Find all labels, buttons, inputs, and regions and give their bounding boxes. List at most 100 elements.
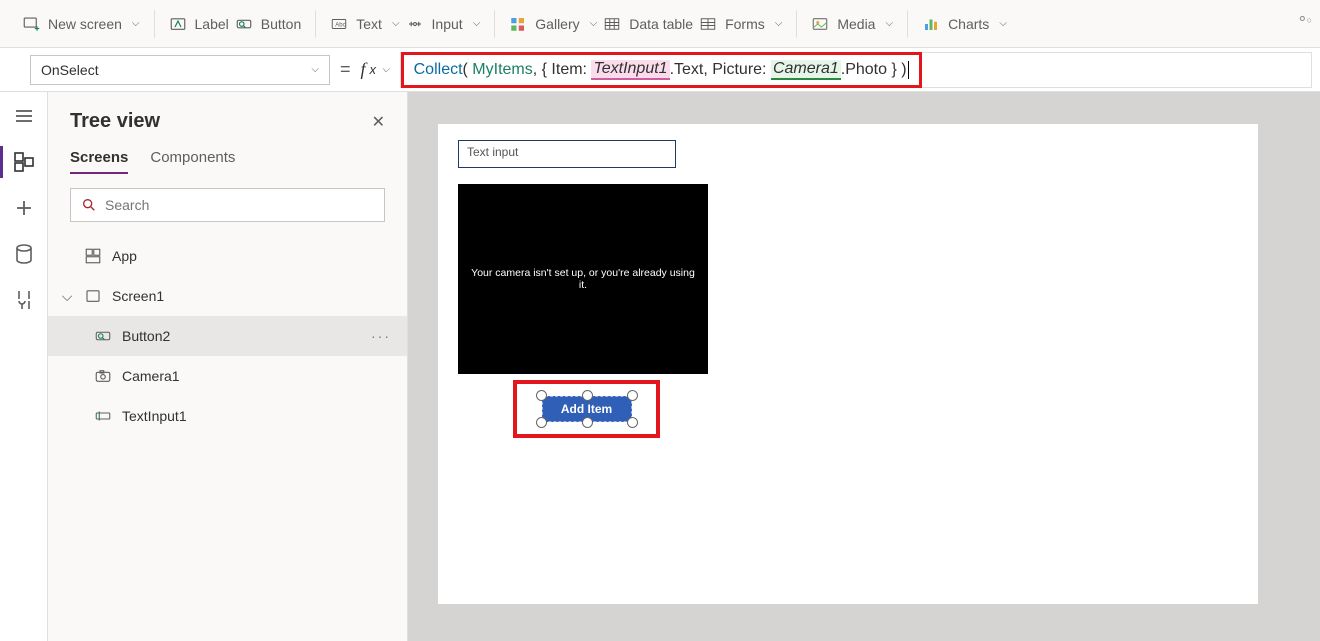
tree-node-label: Screen1: [112, 288, 407, 304]
new-screen-label: New screen: [48, 16, 122, 32]
app-icon: [84, 247, 102, 265]
tree-node-label: Camera1: [122, 368, 407, 384]
gallery-icon: [509, 15, 527, 33]
new-screen-button[interactable]: New screen ⌵: [22, 15, 140, 33]
formula-token-ref-camera: Camera1: [771, 60, 841, 80]
tab-components[interactable]: Components: [150, 143, 235, 174]
rail-hamburger-button[interactable]: [12, 104, 36, 128]
input-icon: [406, 15, 424, 33]
insert-label-button[interactable]: Label: [169, 15, 229, 33]
insert-gallery-button[interactable]: Gallery ⌵: [509, 15, 597, 33]
fx-button[interactable]: fx⌵: [361, 59, 390, 80]
rail-insert-button[interactable]: [12, 196, 36, 220]
ribbon-overflow-icon[interactable]: °○: [1299, 13, 1312, 34]
tree-list: App ⌵ Screen1 Button2 ··· Camera1 TextIn…: [48, 236, 407, 641]
rail-tools-button[interactable]: [12, 288, 36, 312]
canvas-camera-control[interactable]: Your camera isn't set up, or you're alre…: [458, 184, 708, 374]
gallery-label: Gallery: [535, 16, 579, 32]
input-label: Input: [432, 16, 463, 32]
close-panel-button[interactable]: ✕: [372, 112, 385, 132]
chevron-down-icon: ⌵: [999, 18, 1007, 29]
charts-label: Charts: [948, 16, 989, 32]
chevron-down-icon[interactable]: ⌵: [60, 288, 74, 305]
tree-node-label: Button2: [122, 328, 361, 344]
tab-screens[interactable]: Screens: [70, 143, 128, 174]
chevron-down-icon: ⌵: [132, 18, 140, 29]
tree-node-app[interactable]: App: [48, 236, 407, 276]
datatable-icon: [603, 15, 621, 33]
textinput-icon: [94, 407, 112, 425]
tree-view-panel: Tree view ✕ Screens Components App ⌵: [48, 92, 408, 641]
media-label: Media: [837, 16, 875, 32]
resize-handle[interactable]: [582, 390, 593, 401]
text-cursor: [908, 61, 909, 79]
property-name: OnSelect: [41, 62, 99, 78]
canvas-button-label: Add Item: [561, 402, 612, 416]
resize-handle[interactable]: [536, 390, 547, 401]
rail-treeview-button[interactable]: [12, 150, 36, 174]
insert-charts-button[interactable]: Charts ⌵: [922, 15, 1007, 33]
media-icon: [811, 15, 829, 33]
camera-icon: [94, 367, 112, 385]
svg-text:Abc: Abc: [336, 22, 346, 28]
formula-token-function: Collect: [414, 61, 463, 79]
formula-token-ref-textinput: TextInput1: [591, 60, 669, 80]
text-icon: Abc: [330, 15, 348, 33]
button-text: Button: [261, 16, 301, 32]
button-icon: [94, 327, 112, 345]
insert-button-button[interactable]: Button: [235, 15, 301, 33]
left-rail: [0, 92, 48, 641]
resize-handle[interactable]: [536, 417, 547, 428]
camera-message: Your camera isn't set up, or you're alre…: [468, 267, 698, 291]
canvas-button-control[interactable]: Add Item: [542, 396, 632, 422]
datatable-label: Data table: [629, 16, 693, 32]
tree-node-label: App: [112, 248, 407, 264]
resize-handle[interactable]: [627, 390, 638, 401]
tree-search-input[interactable]: [105, 197, 374, 213]
formula-token: , { Item:: [533, 61, 592, 79]
equals-sign: =: [340, 59, 351, 80]
tree-node-more-button[interactable]: ···: [371, 328, 407, 344]
formula-input-container: Collect( MyItems, { Item: TextInput1.Tex…: [400, 52, 1312, 88]
formula-token-variable: MyItems: [468, 61, 533, 79]
search-icon: [81, 197, 97, 213]
screen-plus-icon: [22, 15, 40, 33]
chevron-down-icon: ⌵: [590, 18, 598, 29]
canvas-textinput-control[interactable]: Text input: [458, 140, 676, 168]
canvas-button-highlight: Add Item: [513, 380, 660, 438]
insert-datatable-button[interactable]: Data table: [603, 15, 693, 33]
insert-input-button[interactable]: Input ⌵: [406, 15, 481, 33]
insert-text-button[interactable]: Abc Text ⌵: [330, 15, 399, 33]
label-icon: [169, 15, 187, 33]
canvas-screen[interactable]: Text input Your camera isn't set up, or …: [438, 124, 1258, 604]
resize-handle[interactable]: [582, 417, 593, 428]
tree-search-box[interactable]: [70, 188, 385, 222]
tree-node-textinput1[interactable]: TextInput1: [48, 396, 407, 436]
screen-icon: [84, 287, 102, 305]
tree-view-title: Tree view: [70, 110, 160, 133]
tree-node-camera1[interactable]: Camera1: [48, 356, 407, 396]
property-dropdown[interactable]: OnSelect ⌵: [30, 55, 330, 85]
button-icon: [235, 15, 253, 33]
forms-icon: [699, 15, 717, 33]
insert-forms-button[interactable]: Forms ⌵: [699, 15, 782, 33]
chevron-down-icon: ⌵: [775, 18, 783, 29]
insert-media-button[interactable]: Media ⌵: [811, 15, 893, 33]
tree-node-screen1[interactable]: ⌵ Screen1: [48, 276, 407, 316]
rail-data-button[interactable]: [12, 242, 36, 266]
formula-token: .Text, Picture:: [670, 61, 771, 79]
chevron-down-icon: ⌵: [392, 18, 400, 29]
formula-token: .Photo } ): [841, 61, 907, 79]
canvas-area[interactable]: Text input Your camera isn't set up, or …: [408, 92, 1320, 641]
formula-input[interactable]: Collect( MyItems, { Item: TextInput1.Tex…: [401, 52, 922, 88]
chevron-down-icon: ⌵: [311, 64, 319, 75]
tree-node-label: TextInput1: [122, 408, 407, 424]
resize-handle[interactable]: [627, 417, 638, 428]
text-label: Text: [356, 16, 382, 32]
tree-node-button2[interactable]: Button2 ···: [48, 316, 407, 356]
chevron-down-icon: ⌵: [473, 18, 481, 29]
formula-bar: OnSelect ⌵ = fx⌵ Collect( MyItems, { Ite…: [0, 48, 1320, 92]
label-text: Label: [195, 16, 229, 32]
forms-label: Forms: [725, 16, 765, 32]
ribbon-toolbar: New screen ⌵ Label Button Abc Text ⌵: [0, 0, 1320, 48]
